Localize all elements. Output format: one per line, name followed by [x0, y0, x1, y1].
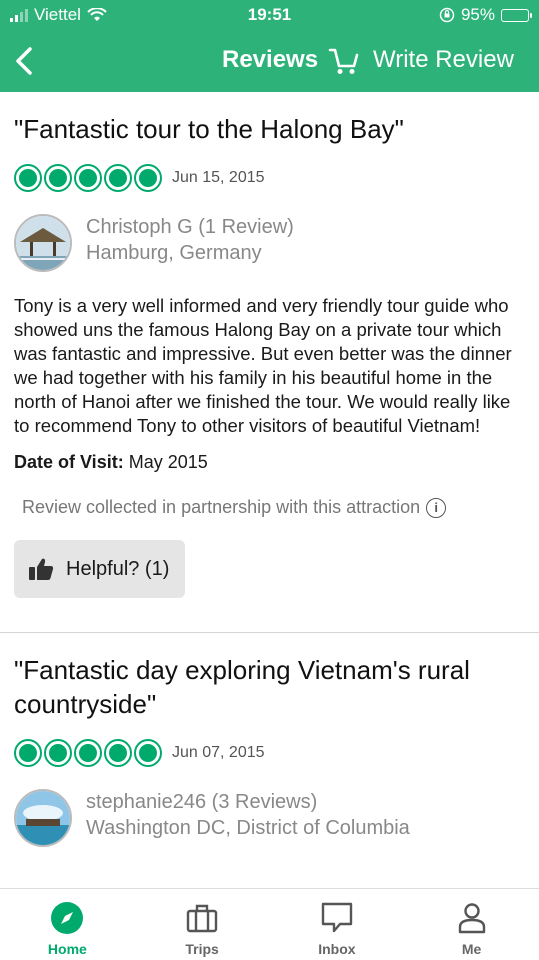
rating-bubble-icon — [134, 164, 162, 192]
tab-label: Home — [47, 941, 87, 957]
partnership-text: Review collected in partnership with thi… — [22, 497, 421, 517]
author-location: Hamburg, Germany — [86, 242, 262, 264]
tab-inbox[interactable]: Inbox — [270, 889, 405, 960]
review-card: "Fantastic day exploring Vietnam's rural… — [0, 633, 539, 847]
info-icon[interactable]: i — [426, 497, 447, 518]
back-button[interactable] — [8, 44, 42, 78]
rating-bubbles — [14, 164, 162, 192]
write-review-button[interactable]: Write Review — [373, 46, 514, 74]
helpful-label: Helpful? (1) — [66, 557, 170, 580]
rating-bubble-icon — [104, 739, 132, 767]
helpful-button[interactable]: Helpful? (1) — [14, 540, 186, 598]
compass-icon — [51, 902, 84, 934]
status-bar: Viettel 19:51 95% — [0, 0, 539, 30]
battery-icon — [501, 8, 532, 22]
tab-bar: Home Trips Inbox Me — [0, 888, 539, 960]
tab-me[interactable]: Me — [404, 889, 539, 960]
battery-percent: 95% — [460, 5, 495, 24]
review-date: Jun 07, 2015 — [172, 744, 265, 761]
nav-bar: Reviews Write Review — [0, 30, 539, 92]
review-card: "Fantastic tour to the Halong Bay" Jun 1… — [0, 92, 539, 598]
rating-bubble-icon — [74, 739, 102, 767]
cart-icon[interactable] — [328, 46, 360, 76]
reviews-list[interactable]: "Fantastic tour to the Halong Bay" Jun 1… — [0, 92, 539, 888]
author-location: Washington DC, District of Columbia — [86, 817, 410, 839]
chat-icon — [321, 902, 353, 933]
visit-value: May 2015 — [128, 452, 208, 472]
review-title[interactable]: "Fantastic day exploring Vietnam's rural… — [14, 633, 525, 721]
tab-trips[interactable]: Trips — [135, 889, 270, 960]
rating-bubble-icon — [104, 164, 132, 192]
avatar[interactable] — [14, 214, 72, 272]
partnership-note: Review collected in partnership with thi… — [14, 497, 525, 518]
review-date: Jun 15, 2015 — [172, 169, 265, 186]
thumbs-up-icon — [29, 558, 54, 580]
suitcase-icon — [186, 904, 218, 933]
tab-label: Inbox — [318, 941, 356, 957]
rating-bubble-icon — [44, 164, 72, 192]
rating-bubble-icon — [74, 164, 102, 192]
page-title: Reviews — [222, 46, 319, 73]
rating-bubble-icon — [134, 739, 162, 767]
review-title[interactable]: "Fantastic tour to the Halong Bay" — [14, 92, 525, 146]
date-of-visit: Date of Visit: May 2015 — [14, 452, 525, 473]
author-name[interactable]: stephanie246 (3 Reviews) — [86, 789, 410, 815]
person-icon — [458, 903, 485, 934]
rating-bubble-icon — [14, 739, 42, 767]
author-name[interactable]: Christoph G (1 Review) — [86, 214, 294, 240]
orientation-lock-icon — [439, 7, 455, 23]
rating-bubbles — [14, 739, 162, 767]
tab-label: Trips — [185, 941, 219, 957]
visit-label: Date of Visit: — [14, 452, 124, 472]
rating-bubble-icon — [14, 164, 42, 192]
avatar[interactable] — [14, 789, 72, 847]
review-body: Tony is a very well informed and very fr… — [14, 295, 512, 436]
tab-label: Me — [461, 941, 482, 957]
rating-bubble-icon — [44, 739, 72, 767]
tab-home[interactable]: Home — [0, 889, 135, 960]
